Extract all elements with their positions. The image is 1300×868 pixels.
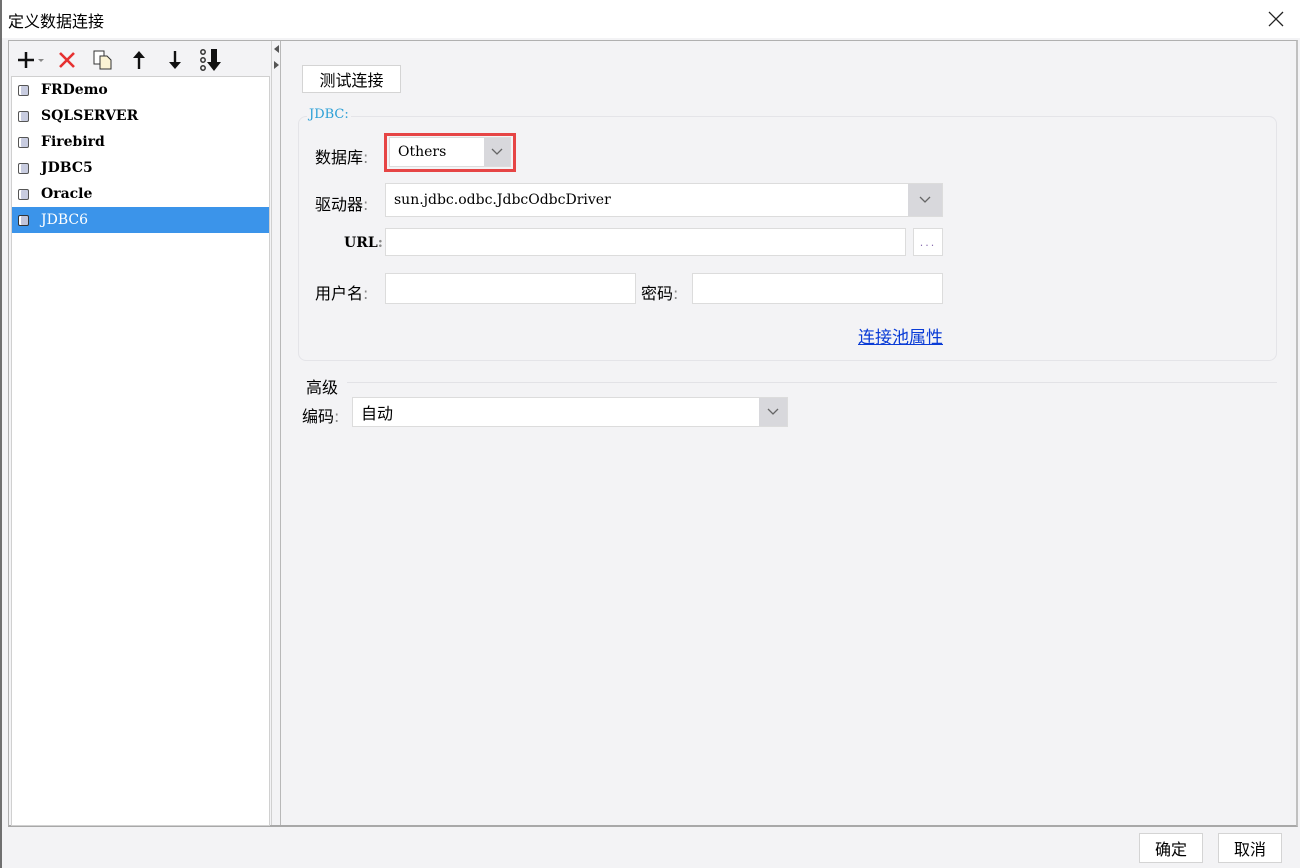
- username-input[interactable]: [385, 273, 636, 304]
- delete-connection-button[interactable]: [49, 45, 85, 75]
- sort-button[interactable]: [193, 45, 229, 75]
- ok-button[interactable]: 确定: [1139, 833, 1203, 863]
- driver-label: 驱动器:: [315, 191, 368, 215]
- plus-icon: [18, 52, 44, 68]
- connection-item-sqlserver[interactable]: SQLSERVER: [12, 103, 269, 129]
- cancel-button[interactable]: 取消: [1218, 833, 1282, 863]
- database-dropdown-button[interactable]: [484, 138, 510, 166]
- colon: :: [363, 195, 369, 214]
- colon: :: [363, 148, 369, 167]
- url-label: URL:: [344, 235, 383, 251]
- connection-label: JDBC6: [41, 212, 89, 228]
- connection-item-oracle[interactable]: Oracle: [12, 181, 269, 207]
- advanced-title: 高级: [306, 378, 339, 397]
- driver-select[interactable]: sun.jdbc.odbc.JdbcOdbcDriver: [385, 183, 943, 217]
- chevron-down-icon: [919, 196, 931, 203]
- connection-label: JDBC5: [41, 160, 93, 176]
- encoding-value: 自动: [361, 404, 394, 423]
- copy-icon: [93, 50, 112, 70]
- copy-connection-button[interactable]: [85, 45, 121, 75]
- window-title: 定义数据连接: [8, 12, 105, 31]
- password-input[interactable]: [692, 273, 943, 304]
- username-label: 用户名:: [315, 280, 368, 304]
- connection-settings-pane: 测试连接 JDBC: 数据库: Others 驱动器: sun.jdbc.odb…: [281, 41, 1296, 825]
- connection-toolbar: [13, 43, 268, 77]
- database-value: Others: [398, 144, 447, 160]
- move-up-button[interactable]: [121, 45, 157, 75]
- database-icon: [18, 136, 29, 148]
- sort-down-icon: [200, 49, 221, 71]
- colon: :: [363, 284, 369, 303]
- encoding-label-text: 编码: [302, 407, 335, 426]
- collapse-left-icon[interactable]: [274, 45, 279, 53]
- database-icon: [18, 84, 29, 96]
- connection-item-jdbc5[interactable]: JDBC5: [12, 155, 269, 181]
- colon: :: [377, 235, 383, 251]
- connection-label: FRDemo: [41, 82, 108, 98]
- url-browse-button[interactable]: ...: [913, 228, 943, 256]
- driver-value: sun.jdbc.odbc.JdbcOdbcDriver: [394, 192, 611, 208]
- connection-list: FRDemo SQLSERVER Firebird JDBC5 Oracle J…: [11, 76, 270, 826]
- database-icon: [18, 188, 29, 200]
- expand-right-icon[interactable]: [274, 61, 279, 69]
- connection-pool-link[interactable]: 连接池属性: [858, 323, 943, 348]
- connection-item-jdbc6[interactable]: JDBC6: [12, 207, 269, 233]
- chevron-down-icon: [491, 148, 503, 155]
- driver-label-text: 驱动器: [315, 195, 364, 214]
- connection-label: Firebird: [41, 134, 105, 150]
- add-connection-button[interactable]: [13, 45, 49, 75]
- driver-dropdown-button[interactable]: [908, 184, 942, 216]
- arrow-up-icon: [133, 51, 145, 69]
- close-button[interactable]: [1262, 6, 1290, 32]
- arrow-down-icon: [169, 51, 181, 69]
- content-frame: FRDemo SQLSERVER Firebird JDBC5 Oracle J…: [8, 40, 1298, 827]
- encoding-select[interactable]: 自动: [352, 397, 788, 427]
- database-select[interactable]: Others: [389, 137, 511, 167]
- connection-item-firebird[interactable]: Firebird: [12, 129, 269, 155]
- title-bar: 定义数据连接: [2, 0, 1300, 38]
- advanced-divider: [347, 382, 1277, 383]
- connection-label: Oracle: [41, 186, 93, 202]
- password-label-text: 密码: [641, 284, 674, 303]
- jdbc-group-title: JDBC:: [307, 107, 351, 122]
- colon: :: [673, 284, 679, 303]
- database-icon: [18, 110, 29, 122]
- move-down-button[interactable]: [157, 45, 193, 75]
- connection-label: SQLSERVER: [41, 108, 139, 124]
- define-data-connection-dialog: 定义数据连接 FRDemo SQLSERVER Firebird JDBC5 O…: [0, 0, 1300, 868]
- url-input[interactable]: [385, 228, 906, 256]
- database-icon: [18, 214, 29, 226]
- url-label-text: URL: [344, 235, 378, 251]
- database-label: 数据库:: [315, 144, 368, 168]
- connection-item-frdemo[interactable]: FRDemo: [12, 77, 269, 103]
- database-icon: [18, 162, 29, 174]
- chevron-down-icon: [767, 408, 779, 415]
- encoding-label: 编码:: [302, 403, 339, 427]
- username-label-text: 用户名: [315, 284, 364, 303]
- colon: :: [334, 407, 340, 426]
- encoding-dropdown-button[interactable]: [759, 398, 787, 426]
- red-x-icon: [59, 52, 75, 68]
- database-label-text: 数据库: [315, 148, 364, 167]
- close-icon: [1268, 11, 1284, 27]
- test-connection-button[interactable]: 测试连接: [302, 65, 401, 93]
- password-label: 密码:: [641, 280, 678, 304]
- pane-splitter[interactable]: [271, 41, 281, 825]
- connection-list-pane: FRDemo SQLSERVER Firebird JDBC5 Oracle J…: [9, 41, 271, 826]
